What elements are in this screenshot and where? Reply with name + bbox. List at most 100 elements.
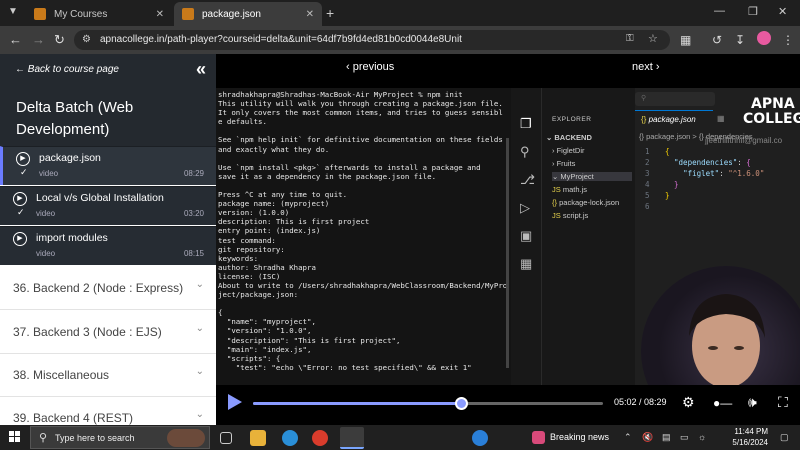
tab-list-icon[interactable]: ▼	[8, 6, 18, 17]
volume-icon[interactable]: 🕪	[748, 394, 757, 411]
tree-label: math.js	[562, 185, 588, 194]
fullscreen-icon[interactable]: ⛶	[778, 394, 788, 411]
chevron-down-icon: ⌄	[195, 323, 204, 334]
taskbar-clock-date[interactable]: 5/16/2024	[720, 438, 768, 447]
play-button[interactable]	[228, 394, 242, 410]
search-highlight-icon	[167, 429, 205, 447]
tab-title: My Courses	[54, 8, 108, 20]
network-icon[interactable]: ▤	[662, 432, 671, 443]
tray-chevron-icon[interactable]: ⌃	[624, 432, 632, 443]
search-icon: ⚲	[39, 432, 48, 444]
chevron-down-icon: ⌄	[195, 409, 204, 420]
windows-start-icon[interactable]	[9, 431, 21, 443]
source-control-icon: ⎇	[520, 172, 535, 187]
explorer-header: EXPLORER	[552, 116, 592, 123]
close-tab-icon[interactable]: ✕	[156, 9, 164, 20]
remote-explorer-icon: ▣	[520, 228, 533, 243]
close-tab-icon[interactable]: ✕	[306, 9, 314, 20]
video-terminal-pane: shradhakhapra@Shradhas-MacBook-Air MyPro…	[216, 88, 511, 385]
editor-tab-label: package.json	[648, 115, 696, 124]
taskbar-clock-time[interactable]: 11:44 PM	[728, 427, 768, 436]
lesson-item-package-json[interactable]: ▶ ✓ package.json video 08:29	[0, 146, 216, 185]
lesson-title: import modules	[36, 232, 108, 244]
downloads-icon[interactable]: ↧	[735, 33, 745, 47]
battery-icon[interactable]: ▭	[680, 432, 689, 443]
section-backend-4[interactable]: 39. Backend 4 (REST) ⌄	[0, 397, 216, 425]
section-title: 36. Backend 2 (Node : Express)	[13, 281, 184, 295]
notification-icon[interactable]: ▢	[780, 432, 789, 443]
chrome-active-icon[interactable]	[340, 427, 364, 449]
section-title: 39. Backend 4 (REST)	[13, 411, 134, 425]
line-number: 5	[645, 191, 650, 200]
browser-toolbar: ← → ↻ ⚙ apnacollege.in/path-player?cours…	[0, 26, 800, 54]
tree-label: script.js	[562, 211, 589, 220]
wifi-icon[interactable]: ☼	[698, 432, 706, 442]
minimize-icon[interactable]: —	[714, 5, 725, 17]
tree-item: JS script.js	[552, 211, 589, 220]
play-circle-icon: ▶	[13, 232, 27, 246]
new-tab-icon[interactable]: +	[326, 5, 334, 21]
course-sidebar: ← Back to course page « Delta Batch (Web…	[0, 54, 216, 425]
apna-college-logo: COLLEGE	[743, 111, 800, 127]
tree-item: ⌄ BACKEND	[546, 133, 592, 142]
section-backend-3[interactable]: 37. Backend 3 (Node : EJS) ⌄	[0, 311, 216, 354]
forward-arrow-icon[interactable]: →	[32, 32, 45, 47]
close-window-icon[interactable]: ✕	[778, 5, 787, 18]
previous-button[interactable]: ‹ previous	[346, 61, 394, 73]
lesson-type: video	[36, 209, 56, 218]
edge-icon[interactable]	[282, 430, 298, 446]
extensions-icon: ▦	[520, 256, 533, 271]
profile-avatar-icon[interactable]	[757, 31, 771, 45]
player-controls: 05:02 / 08:29 ⚙ ●— 🕪 ⛶	[216, 385, 800, 425]
lesson-item-local-global[interactable]: ▶ ✓ Local v/s Global Installation video …	[0, 186, 216, 225]
vscode-explorer: EXPLORER ⌄ BACKEND › FigletDir › Fruits …	[541, 88, 635, 385]
bookmark-star-icon[interactable]: ☆	[648, 32, 658, 45]
extensions-icon[interactable]: ▦	[680, 33, 691, 47]
autoplay-toggle-icon[interactable]: ●—	[713, 396, 732, 410]
chrome-icon[interactable]	[312, 430, 328, 446]
back-to-course-link[interactable]: ← Back to course page	[15, 64, 119, 75]
checkmark-icon: ✓	[17, 207, 25, 217]
next-button[interactable]: next ›	[632, 61, 660, 73]
section-miscellaneous[interactable]: 38. Miscellaneous ⌄	[0, 354, 216, 397]
chevron-down-icon: ⌄	[195, 366, 204, 377]
tree-label: BACKEND	[554, 133, 592, 142]
section-title: 37. Backend 3 (Node : EJS)	[13, 325, 162, 339]
taskbar-search-box[interactable]: ⚲ Type here to search	[30, 426, 210, 449]
collapse-sidebar-icon[interactable]: «	[196, 59, 206, 80]
line-number: 1	[645, 147, 650, 156]
lesson-type: video	[39, 169, 59, 178]
progress-bar[interactable]	[253, 397, 603, 410]
tab-package-json[interactable]: package.json ✕	[174, 2, 322, 26]
lesson-item-import-modules[interactable]: ▶ import modules video 08:15	[0, 226, 216, 265]
address-bar[interactable]: ⚙ apnacollege.in/path-player?courseid=de…	[74, 30, 670, 50]
lesson-duration: 08:15	[183, 249, 204, 258]
play-circle-icon: ▶	[13, 192, 27, 206]
password-key-icon[interactable]: ⚿	[626, 33, 634, 44]
tree-label: package-lock.json	[559, 198, 620, 207]
help-icon[interactable]	[472, 430, 488, 446]
checkmark-icon: ✓	[20, 167, 28, 177]
volume-mute-icon[interactable]: 🔇	[642, 432, 653, 443]
sync-icon[interactable]: ↺	[712, 33, 722, 47]
reload-icon[interactable]: ↻	[54, 32, 65, 48]
task-view-icon[interactable]	[220, 432, 232, 444]
menu-kebab-icon[interactable]: ⋮	[782, 33, 794, 47]
tab-my-courses[interactable]: My Courses ✕	[26, 2, 172, 26]
back-arrow-icon[interactable]: ←	[9, 32, 22, 47]
run-debug-icon: ▷	[520, 200, 530, 215]
editor-tab-ghost: ▦	[717, 114, 725, 123]
site-info-icon[interactable]: ⚙	[82, 34, 91, 45]
time-display: 05:02 / 08:29	[614, 397, 667, 407]
restore-icon[interactable]: ❐	[748, 5, 758, 18]
vscode-activity-bar: ❐ ⚲ ⎇ ▷ ▣ ▦	[511, 88, 541, 385]
news-label[interactable]: Breaking news	[550, 432, 609, 442]
tree-item: › FigletDir	[552, 146, 585, 155]
play-circle-icon: ▶	[16, 152, 30, 166]
news-icon[interactable]	[532, 431, 545, 444]
lesson-duration: 03:20	[183, 209, 204, 218]
settings-gear-icon[interactable]: ⚙	[682, 394, 695, 411]
progress-handle[interactable]	[454, 397, 468, 410]
section-backend-2[interactable]: 36. Backend 2 (Node : Express) ⌄	[0, 267, 216, 310]
file-explorer-icon[interactable]	[250, 430, 266, 446]
